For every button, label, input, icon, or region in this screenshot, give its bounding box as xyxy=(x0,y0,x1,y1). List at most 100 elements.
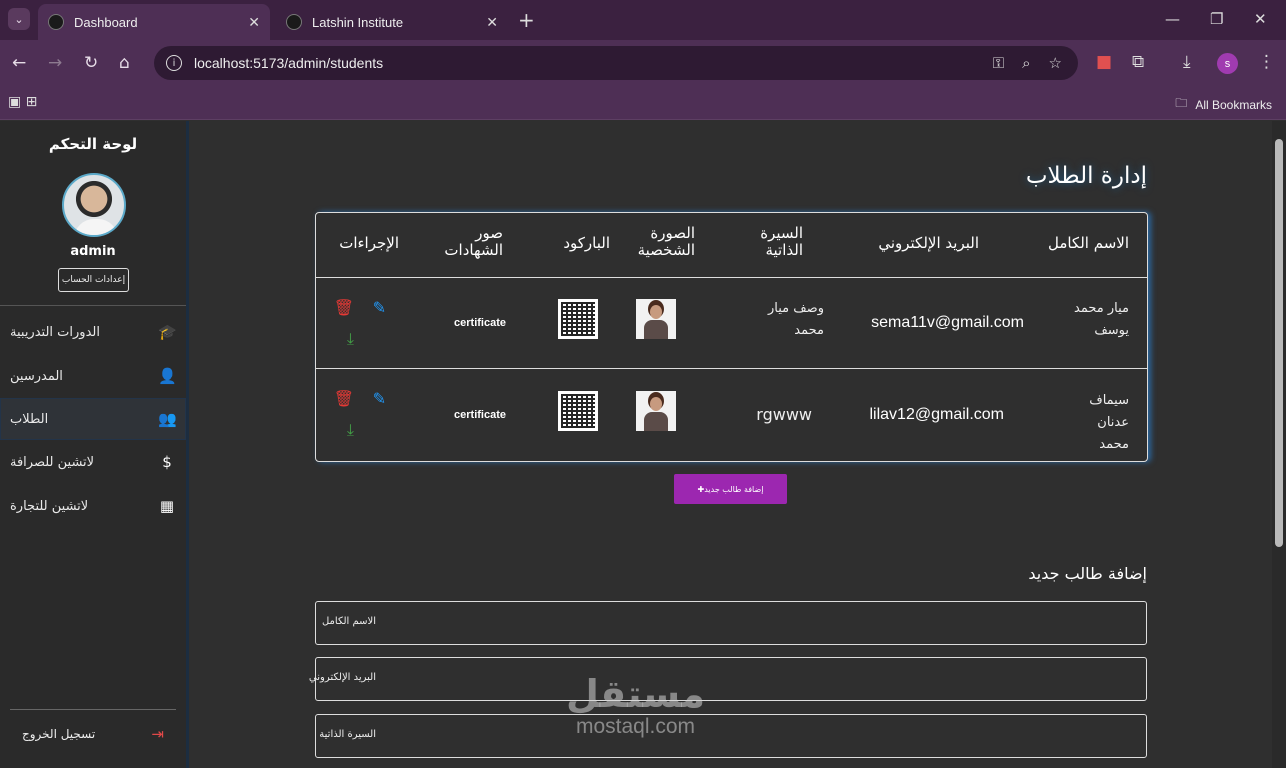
delete-icon[interactable]: 🗑 xyxy=(334,389,354,408)
logout-button[interactable]: تسجيل الخروج ⇥ xyxy=(22,725,164,743)
student-email: sema11v@gmail.com xyxy=(871,314,1024,331)
more-menu-icon[interactable]: ⋮ xyxy=(1258,52,1275,72)
site-favicon-icon xyxy=(286,14,302,30)
folder-icon: 🗀 xyxy=(1175,96,1188,110)
profile-avatar[interactable]: s xyxy=(1217,53,1238,74)
sidebar-item-label: لاتشين للصرافة xyxy=(10,454,95,470)
student-bio: وصف ميار محمد xyxy=(767,301,824,338)
close-window-icon[interactable]: ✕ xyxy=(1254,10,1267,28)
sidebar-item-label: الطلاب xyxy=(10,411,49,427)
download-icon[interactable]: ⤓ xyxy=(347,420,354,440)
site-info-icon[interactable]: i xyxy=(166,55,182,71)
sidebar-item-label: الدورات التدريبية xyxy=(10,324,100,340)
tab-title: Latshin Institute xyxy=(312,14,404,30)
reload-icon[interactable]: ↻ xyxy=(84,53,98,73)
delete-icon[interactable]: 🗑 xyxy=(334,298,354,317)
column-header-name: الاسم الكامل xyxy=(1047,234,1129,252)
back-icon[interactable]: ← xyxy=(12,53,26,73)
student-photo xyxy=(636,391,676,431)
sidebar-title: لوحة التحكم xyxy=(48,135,138,153)
site-favicon-icon xyxy=(48,14,64,30)
column-header-photo: الصورة الشخصية xyxy=(637,224,695,259)
logout-label: تسجيل الخروج xyxy=(22,727,96,741)
full-name-field[interactable]: الاسم الكامل xyxy=(315,601,1147,645)
field-label: البريد الإلكتروني xyxy=(308,672,376,683)
logout-icon: ⇥ xyxy=(151,725,164,743)
tab-dashboard[interactable]: Dashboard ✕ xyxy=(38,4,270,40)
zoom-icon[interactable]: ⌕ xyxy=(1022,54,1030,72)
graduation-cap-icon: 🎓 xyxy=(158,323,177,341)
new-tab-button[interactable]: + xyxy=(518,8,535,32)
sidebar: لوحة التحكم admin إعدادات الحساب الدورات… xyxy=(0,121,189,768)
admin-avatar xyxy=(62,173,126,237)
sidebar-item-courses[interactable]: الدورات التدريبية 🎓 xyxy=(0,311,186,353)
certificate-image: certificate xyxy=(454,317,506,329)
extension-icon[interactable]: ■ xyxy=(1096,52,1112,72)
table-row: سيماف عدنان محمد lilav12@gmail.com rgwww… xyxy=(316,370,1147,461)
edit-icon[interactable]: ✎ xyxy=(373,298,386,317)
extensions-puzzle-icon[interactable]: ⧉ xyxy=(1132,52,1144,72)
watermark-latin: mostaql.com xyxy=(575,715,696,738)
add-student-label: إضافة طالب جديد xyxy=(704,484,764,494)
apps-icon[interactable]: ▣ ⊞ xyxy=(8,94,37,110)
edit-icon[interactable]: ✎ xyxy=(373,389,386,408)
scrollbar-thumb[interactable] xyxy=(1275,139,1283,547)
address-bar[interactable]: i localhost:5173/admin/students ⚿ ⌕ ☆ xyxy=(154,46,1078,80)
password-key-icon[interactable]: ⚿ xyxy=(993,54,1004,72)
column-header-certificates: صور الشهادات xyxy=(444,224,503,259)
bookmark-star-icon[interactable]: ☆ xyxy=(1049,54,1062,72)
home-icon[interactable]: ⌂ xyxy=(119,53,130,73)
sidebar-item-students[interactable]: الطلاب 👥 xyxy=(0,398,186,440)
tab-latshin-institute[interactable]: Latshin Institute ✕ xyxy=(276,4,508,40)
person-icon: 👤 xyxy=(158,367,177,385)
bookmarks-bar: ▣ ⊞ 🗀 All Bookmarks xyxy=(0,86,1286,120)
all-bookmarks-button[interactable]: 🗀 All Bookmarks xyxy=(1175,94,1272,115)
sidebar-item-trading[interactable]: لاتشين للتجارة ▦ xyxy=(0,485,186,527)
students-table: الاسم الكامل البريد الإلكتروني السيرة ال… xyxy=(315,212,1148,462)
page-scrollbar[interactable] xyxy=(1272,121,1286,768)
forward-icon[interactable]: → xyxy=(48,53,62,73)
browser-tab-strip: ⌄ Dashboard ✕ Latshin Institute ✕ + — ❐ … xyxy=(0,0,1286,40)
student-barcode xyxy=(558,391,598,431)
student-name: ميار محمد يوسف xyxy=(1074,301,1129,338)
student-email: lilav12@gmail.com xyxy=(869,406,1004,423)
mostaql-watermark: مستقل mostaql.com xyxy=(566,672,705,738)
column-header-barcode: الباركود xyxy=(563,234,610,252)
column-header-email: البريد الإلكتروني xyxy=(878,234,979,252)
restore-icon[interactable]: ❐ xyxy=(1210,10,1223,28)
email-field[interactable]: البريد الإلكتروني xyxy=(309,657,1147,701)
table-header: الاسم الكامل البريد الإلكتروني السيرة ال… xyxy=(316,213,1147,278)
minimize-icon[interactable]: — xyxy=(1165,10,1180,28)
column-header-actions: الإجراءات xyxy=(339,234,399,252)
student-name: سيماف عدنان محمد xyxy=(1089,393,1129,452)
add-student-button[interactable]: ✚ إضافة طالب جديد xyxy=(674,474,787,504)
browser-toolbar: ← → ↻ ⌂ i localhost:5173/admin/students … xyxy=(0,40,1286,86)
account-settings-button[interactable]: إعدادات الحساب xyxy=(58,268,129,292)
tab-title: Dashboard xyxy=(74,14,138,30)
plus-icon: ✚ xyxy=(697,484,705,494)
sidebar-item-teachers[interactable]: المدرسين 👤 xyxy=(0,355,186,397)
sidebar-item-exchange[interactable]: لاتشين للصرافة $ xyxy=(0,441,186,483)
close-tab-icon[interactable]: ✕ xyxy=(248,14,260,31)
url-text: localhost:5173/admin/students xyxy=(194,55,384,71)
student-bio: rgwww xyxy=(756,405,812,424)
add-student-form-title: إضافة طالب جديد xyxy=(1028,564,1147,583)
main-content: إدارة الطلاب الاسم الكامل البريد الإلكتر… xyxy=(192,121,1272,768)
certificate-image: certificate xyxy=(454,409,506,421)
field-label: الاسم الكامل xyxy=(321,616,376,627)
group-icon: 👥 xyxy=(158,410,177,428)
sidebar-item-label: لاتشين للتجارة xyxy=(10,498,89,514)
sidebar-divider xyxy=(0,305,186,306)
business-building-icon: ▦ xyxy=(159,497,175,515)
download-icon[interactable]: ⤓ xyxy=(1183,52,1191,72)
close-tab-icon[interactable]: ✕ xyxy=(486,14,498,31)
page-title: إدارة الطلاب xyxy=(1025,163,1147,189)
bio-field[interactable]: السيرة الذاتية xyxy=(315,714,1147,758)
watermark-arabic: مستقل xyxy=(566,672,705,716)
download-icon[interactable]: ⤓ xyxy=(347,329,354,349)
admin-username: admin xyxy=(70,244,116,259)
tab-search-button[interactable]: ⌄ xyxy=(8,8,30,30)
column-header-bio: السيرة الذاتية xyxy=(760,224,803,259)
student-barcode xyxy=(558,299,598,339)
sidebar-bottom-divider xyxy=(10,709,176,710)
